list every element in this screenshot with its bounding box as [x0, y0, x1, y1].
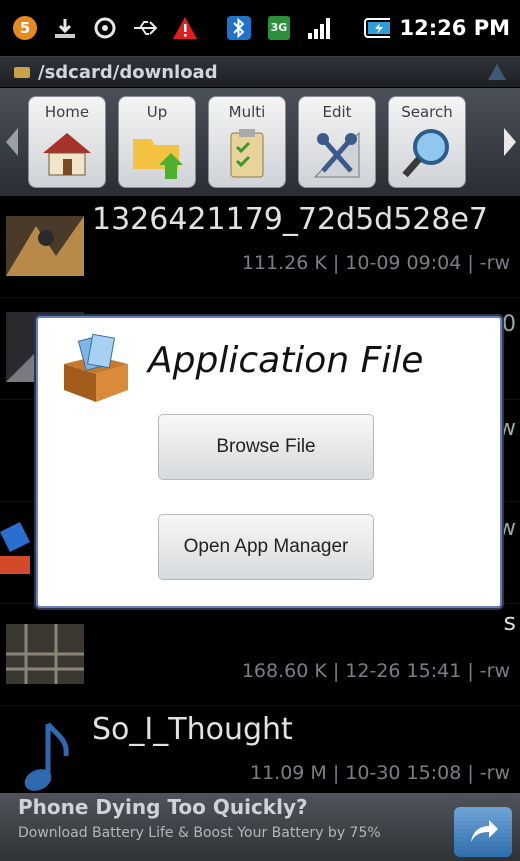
current-path: /sdcard/download — [38, 61, 218, 83]
ad-title: Phone Dying Too Quickly? — [18, 795, 308, 819]
application-file-dialog: Application File Browse File Open App Ma… — [36, 316, 502, 608]
multi-button[interactable]: Multi — [208, 96, 286, 188]
network-3g-icon: 3G — [266, 15, 292, 41]
music-note-icon — [18, 718, 74, 798]
app-thumb — [0, 522, 30, 582]
dialog-title: Application File — [148, 340, 424, 381]
multi-label: Multi — [228, 103, 266, 121]
signal-icon — [306, 15, 332, 41]
home-icon — [39, 125, 95, 181]
multi-select-icon — [219, 125, 275, 181]
toolbar: Home Up Multi Edit Search — [0, 88, 520, 196]
edit-icon — [309, 125, 365, 181]
notification-count-icon: 5 — [12, 15, 38, 41]
folder-up-icon — [129, 125, 185, 181]
status-time: 12:26 PM — [399, 16, 510, 40]
file-name-partial: 0 — [502, 312, 516, 337]
home-button[interactable]: Home — [28, 96, 106, 188]
path-bar[interactable]: /sdcard/download — [0, 56, 520, 87]
file-name: 1326421179_72d5d528e7 — [92, 202, 489, 237]
scroll-right-icon[interactable] — [504, 128, 516, 156]
status-bar: 5 3G 12:26 PM — [0, 0, 520, 56]
home-label: Home — [44, 103, 90, 121]
image-thumb — [6, 624, 84, 684]
scroll-left-icon[interactable] — [6, 128, 18, 156]
share-icon[interactable] — [454, 807, 512, 857]
image-thumb — [6, 216, 84, 276]
usb-icon — [132, 15, 158, 41]
folder-icon — [14, 66, 30, 78]
search-icon — [399, 125, 455, 181]
bluetooth-icon — [226, 15, 252, 41]
ad-banner[interactable]: Phone Dying Too Quickly? Download Batter… — [0, 793, 520, 861]
download-icon — [52, 15, 78, 41]
edit-button[interactable]: Edit — [298, 96, 376, 188]
up-button[interactable]: Up — [118, 96, 196, 188]
package-icon — [56, 333, 136, 404]
svg-text:5: 5 — [20, 19, 30, 37]
file-name: So_I_Thought — [92, 712, 293, 747]
file-meta: 168.60 K | 12-26 15:41 | -rw — [241, 660, 510, 682]
sync-icon — [92, 15, 118, 41]
search-label: Search — [401, 103, 453, 121]
ad-subtitle: Download Battery Life & Boost Your Batte… — [18, 825, 381, 841]
edit-label: Edit — [322, 103, 352, 121]
list-item[interactable]: 1326421179_72d5d528e7 111.26 K | 10-09 0… — [0, 196, 520, 298]
search-button[interactable]: Search — [388, 96, 466, 188]
open-app-manager-button[interactable]: Open App Manager — [158, 514, 374, 580]
file-meta: 111.26 K | 10-09 09:04 | -rw — [241, 252, 510, 274]
svg-text:3G: 3G — [271, 21, 288, 34]
battery-icon — [363, 15, 390, 41]
up-arrow-icon[interactable] — [488, 64, 506, 80]
file-name-partial: s — [503, 608, 516, 636]
browse-file-button[interactable]: Browse File — [158, 414, 374, 480]
warning-icon — [172, 15, 198, 41]
file-meta: 11.09 M | 10-30 15:08 | -rw — [250, 762, 510, 784]
list-item[interactable]: s 168.60 K | 12-26 15:41 | -rw — [0, 604, 520, 706]
up-label: Up — [146, 103, 168, 121]
